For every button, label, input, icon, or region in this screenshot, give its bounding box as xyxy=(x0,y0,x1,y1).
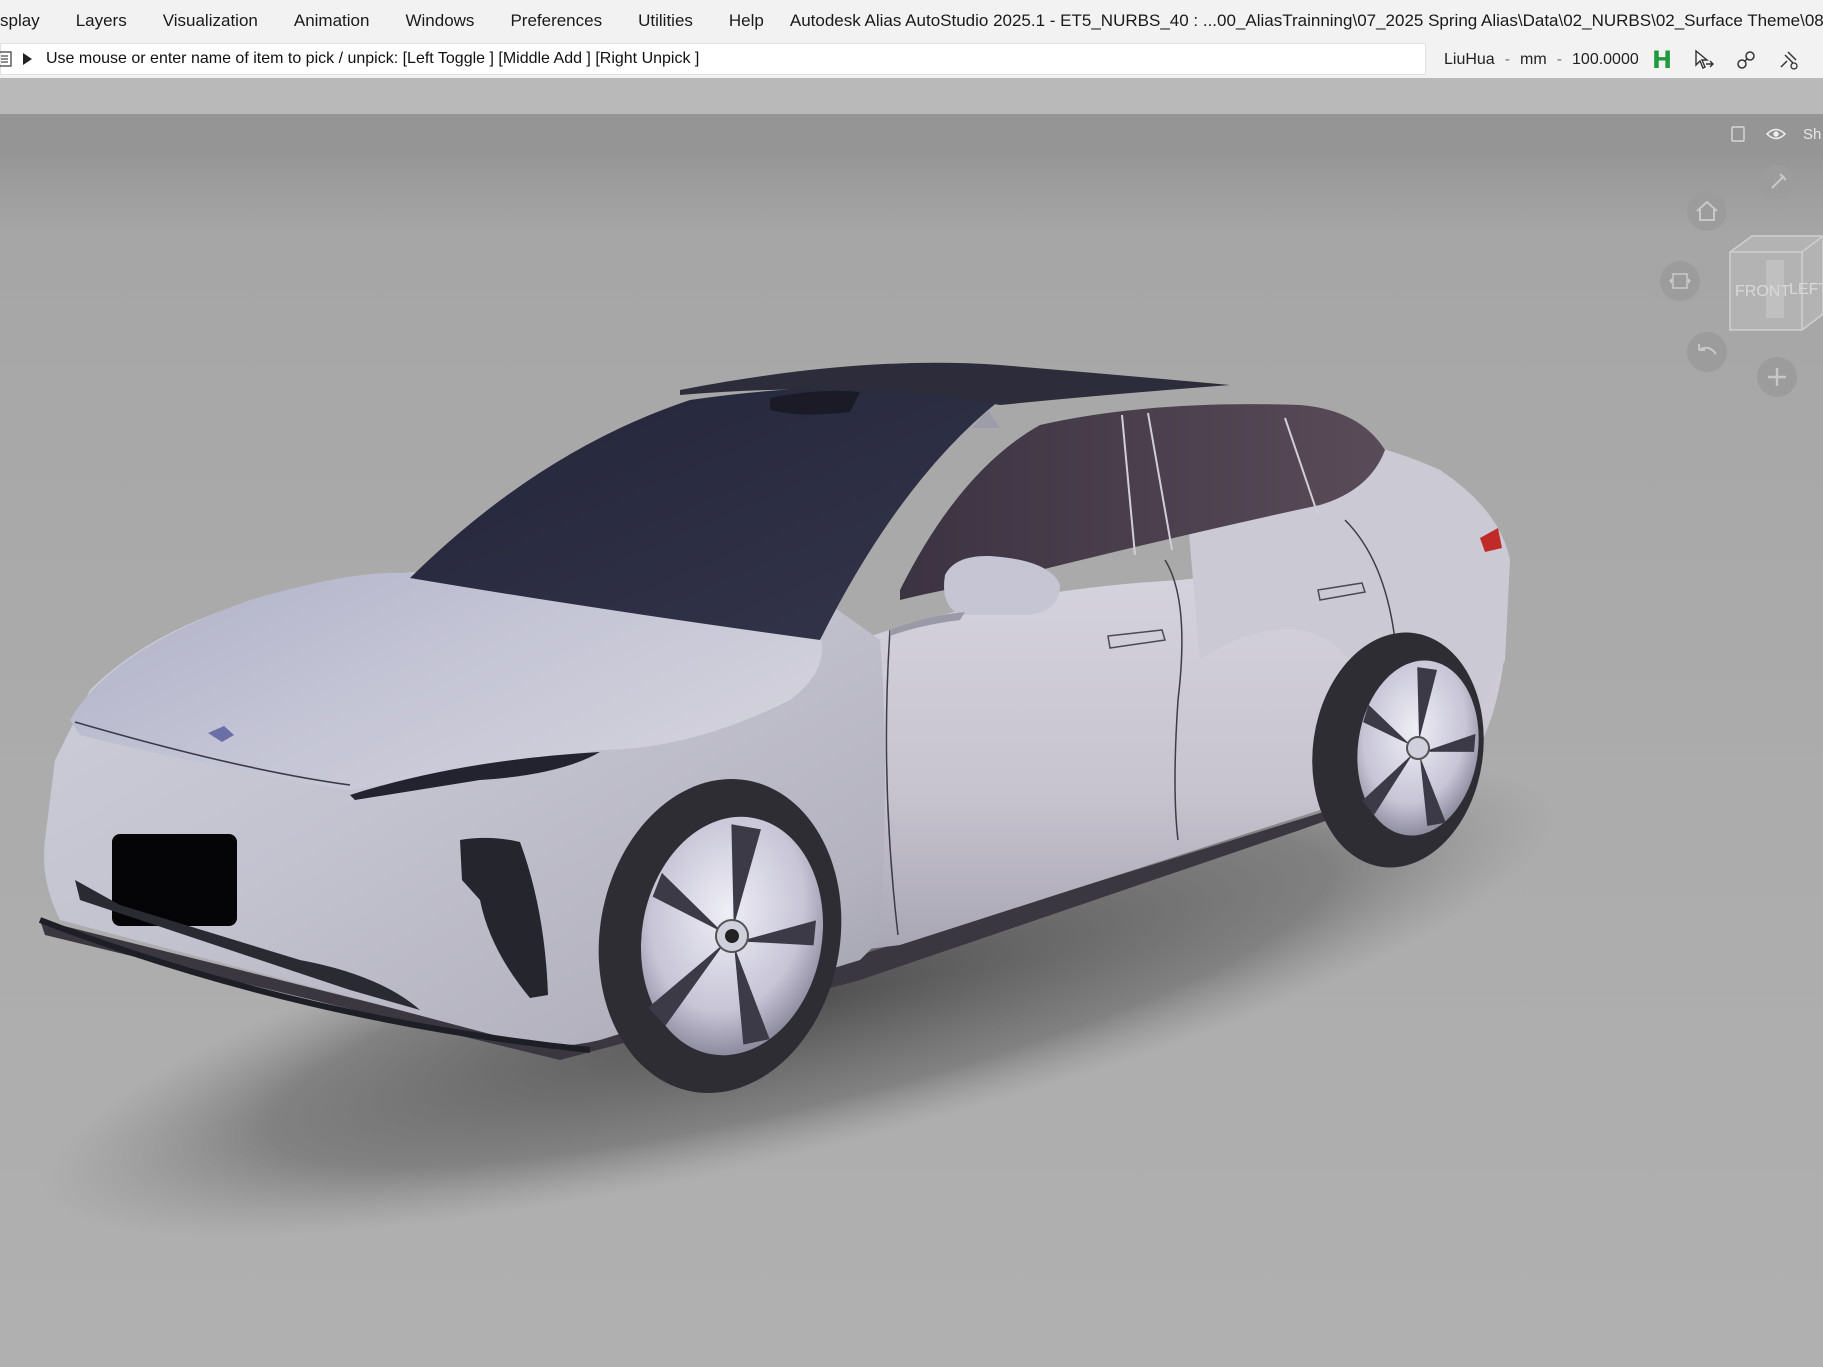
pin-icon[interactable] xyxy=(1760,164,1796,205)
car-model[interactable] xyxy=(0,154,1823,1367)
eye-icon[interactable] xyxy=(1765,123,1787,145)
menu-bar: splay Layers Visualization Animation Win… xyxy=(0,0,1823,42)
scale-value[interactable]: 100.0000 xyxy=(1572,51,1639,69)
prompt-expand-icon[interactable] xyxy=(23,53,32,65)
viewport-header-icons: Sh xyxy=(1727,114,1823,154)
pick-tool-icon[interactable] xyxy=(1692,48,1716,72)
window-title: Autodesk Alias AutoStudio 2025.1 - ET5_N… xyxy=(789,11,1823,30)
prompt-line[interactable]: Use mouse or enter name of item to pick … xyxy=(0,43,1426,75)
menu-display[interactable]: splay xyxy=(0,0,58,42)
menu-animation[interactable]: Animation xyxy=(276,0,388,42)
link-icon[interactable] xyxy=(1734,48,1758,72)
menu-help[interactable]: Help xyxy=(711,0,782,42)
user-name: LiuHua xyxy=(1444,51,1495,68)
zoom-plus-icon[interactable] xyxy=(1757,357,1797,397)
menu-layers[interactable]: Layers xyxy=(58,0,145,42)
status-separator: - xyxy=(1504,51,1511,68)
perspective-viewport[interactable]: Sh FRONT LEF xyxy=(0,114,1823,1367)
prompt-history-icon[interactable] xyxy=(0,50,13,68)
prompt-row: Use mouse or enter name of item to pick … xyxy=(0,42,1823,78)
nav-wheel-icon[interactable] xyxy=(1660,261,1700,301)
home-icon[interactable] xyxy=(1687,191,1727,231)
menu-visualization[interactable]: Visualization xyxy=(145,0,276,42)
menu-utilities[interactable]: Utilities xyxy=(620,0,711,42)
viewport-header: Sh xyxy=(0,114,1823,154)
viewcube-front-label[interactable]: FRONT xyxy=(1735,283,1790,300)
tool-icons: H xyxy=(1650,42,1800,78)
construction-history-icon[interactable]: H xyxy=(1650,46,1674,74)
shelf-band xyxy=(0,78,1823,114)
prompt-message: Use mouse or enter name of item to pick … xyxy=(46,50,700,67)
viewcube-left-label[interactable]: LEFT xyxy=(1789,281,1823,298)
status-area: LiuHua - mm - 100.0000 xyxy=(1444,42,1639,78)
clipboard-icon[interactable] xyxy=(1727,123,1749,145)
menu-windows[interactable]: Windows xyxy=(387,0,492,42)
viewport-label[interactable]: Sh xyxy=(1803,126,1823,143)
units-label[interactable]: mm xyxy=(1520,51,1547,69)
view-cube[interactable]: FRONT LEFT xyxy=(1720,234,1823,339)
menu-preferences[interactable]: Preferences xyxy=(492,0,620,42)
pin-settings-icon[interactable] xyxy=(1776,48,1800,72)
status-separator: - xyxy=(1556,51,1563,68)
